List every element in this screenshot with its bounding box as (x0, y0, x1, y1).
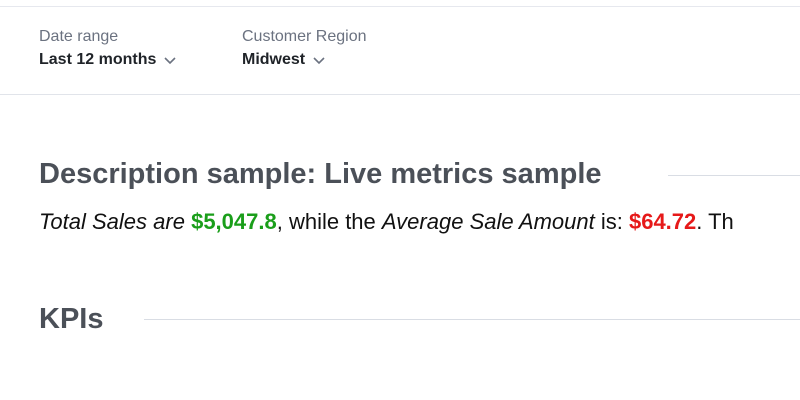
customer-region-label: Customer Region (242, 28, 367, 45)
customer-region-dropdown[interactable]: Midwest (242, 50, 367, 70)
filter-bar: Date range Last 12 months Customer Regio… (0, 7, 800, 95)
date-range-dropdown[interactable]: Last 12 months (39, 50, 177, 70)
description-trailing-text: . Th (696, 209, 734, 234)
date-range-filter[interactable]: Date range Last 12 months (39, 27, 177, 70)
customer-region-filter[interactable]: Customer Region Midwest (242, 27, 367, 70)
description-section-divider (668, 175, 800, 176)
avg-sale-value: $64.72 (628, 209, 697, 234)
chevron-down-icon (164, 56, 176, 64)
customer-region-value: Midwest (242, 51, 306, 68)
date-range-label: Date range (39, 28, 119, 45)
description-text: Total Sales are $5,047.8, while the Aver… (39, 208, 734, 236)
total-sales-value: $5,047.8 (191, 209, 277, 234)
avg-sale-label: Average Sale Amount (381, 209, 595, 234)
kpis-section-title: KPIs (39, 303, 104, 335)
description-connector-2: is: (594, 209, 623, 234)
kpis-section-divider (144, 319, 800, 320)
page: Date range Last 12 months Customer Regio… (0, 0, 800, 400)
description-connector: , while the (276, 209, 376, 234)
description-section-title: Description sample: Live metrics sample (39, 158, 602, 190)
chevron-down-icon (313, 56, 325, 64)
total-sales-label: Total Sales are (39, 209, 185, 234)
date-range-value: Last 12 months (39, 51, 157, 68)
